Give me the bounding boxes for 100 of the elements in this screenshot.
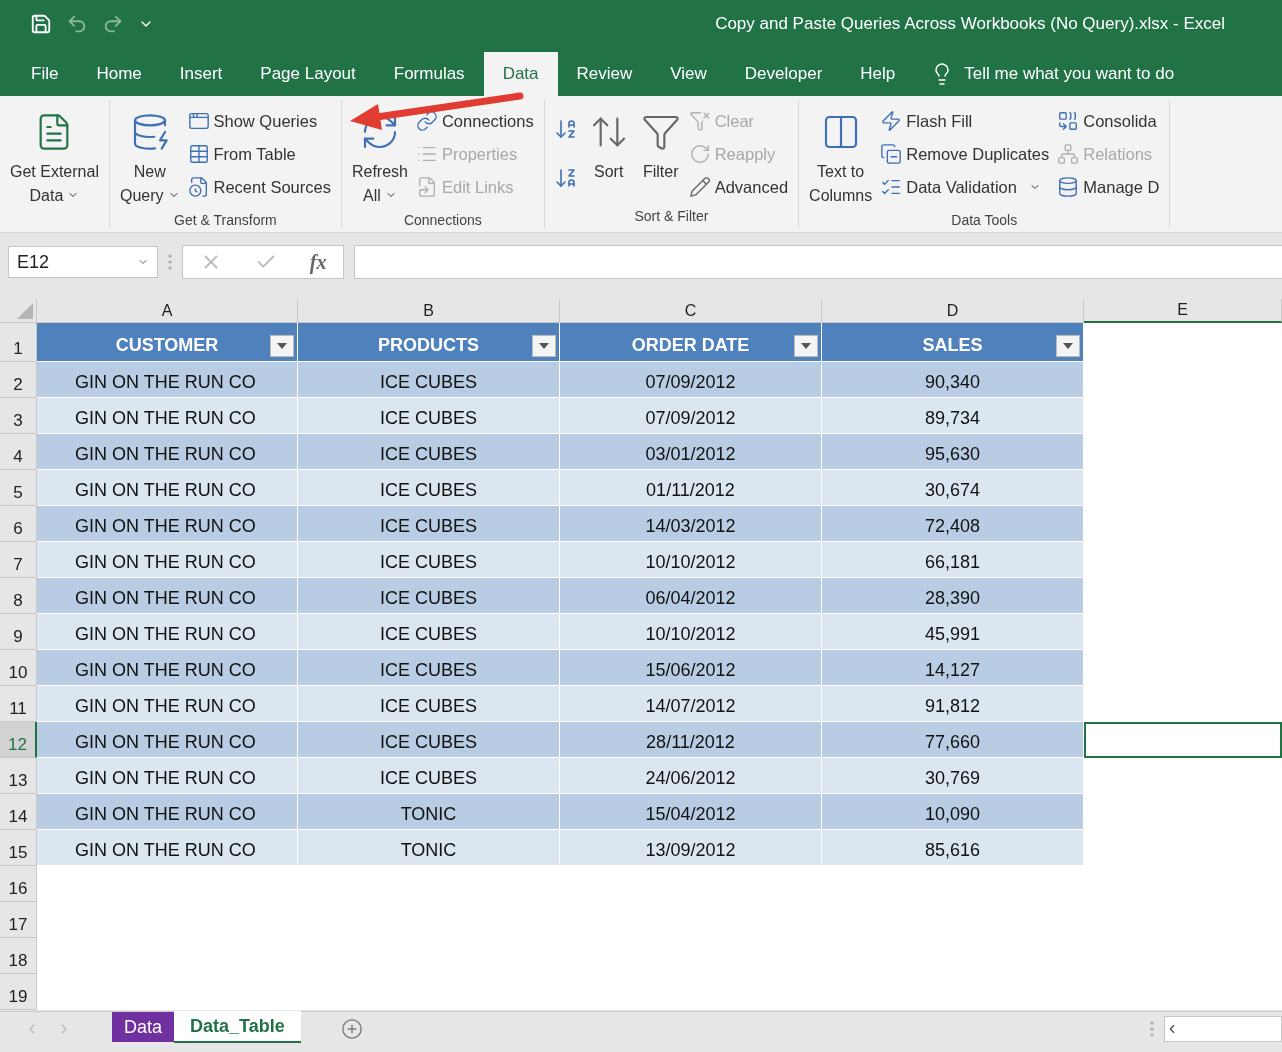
dropdown-arrow-icon [277,343,287,349]
ribbon-icon [187,110,210,132]
table-cell: 77,660 [822,722,1084,758]
table-cell: 95,630 [822,434,1084,470]
ribbon-tab[interactable]: Developer [725,52,842,96]
ribbon-button[interactable]: Show Queries [187,106,335,136]
table-cell: 45,991 [822,614,1084,650]
ribbon-button[interactable]: Connections [415,106,538,136]
row-number[interactable]: 12 [0,722,37,758]
table-cell: GIN ON THE RUN CO [37,830,298,866]
table-cell: 10/10/2012 [560,614,822,650]
save-icon[interactable] [30,13,52,35]
ribbon-tab[interactable]: Insert [160,52,242,96]
ribbon-button[interactable]: Recent Sources [187,172,335,202]
sheet-tab[interactable]: Data [112,1012,175,1042]
row-number[interactable]: 1 [0,323,37,362]
table-cell: GIN ON THE RUN CO [37,506,298,542]
table-cell: 28/11/2012 [560,722,822,758]
row-number[interactable]: 6 [0,506,37,542]
row-number[interactable]: 18 [0,938,37,974]
grip-icon [168,254,172,270]
name-box[interactable]: E12 [8,246,158,278]
formula-input[interactable] [354,245,1282,279]
ribbon-button[interactable]: Sort [584,104,633,206]
add-sheet-icon[interactable] [340,1018,363,1040]
row-number[interactable]: 5 [0,470,37,506]
redo-icon[interactable] [102,13,124,35]
table-header: CUSTOMER [37,323,298,362]
ribbon-button[interactable]: Get External Data [6,104,103,210]
dropdown-arrow-icon [801,343,811,349]
ribbon-tab[interactable]: Formulas [374,52,484,96]
ribbon-icon [187,176,210,198]
ribbon-tab[interactable]: Review [557,52,652,96]
ribbon-icon [1057,110,1080,132]
tell-me-field[interactable]: Tell me what you want to do [914,52,1175,96]
row-number[interactable]: 16 [0,866,37,902]
filter-button[interactable] [532,335,556,357]
ribbon-button[interactable]: Advanced [688,172,793,202]
row-number[interactable]: 11 [0,686,37,722]
insert-function-button[interactable]: fx [309,250,327,274]
ribbon-button[interactable]: Flash Fill [880,106,1054,136]
row-number[interactable]: 2 [0,362,37,398]
table-cell: TONIC [298,830,560,866]
table-cell: GIN ON THE RUN CO [37,362,298,398]
ribbon-tab[interactable]: Data [483,52,558,96]
ribbon-icon [1057,176,1080,198]
table-cell: 66,181 [822,542,1084,578]
table-cell: ICE CUBES [298,614,560,650]
row-number[interactable]: 14 [0,794,37,830]
column-header[interactable]: D [822,299,1084,323]
table-cell: TONIC [298,794,560,830]
row-number[interactable]: 4 [0,434,37,470]
ribbon-tab[interactable]: Home [77,52,161,96]
ribbon-button[interactable]: New Query [115,104,184,210]
table-cell: ICE CUBES [298,470,560,506]
window-title: Copy and Paste Queries Across Workbooks (No Query).xlsx - Excel [715,14,1225,34]
table-cell: 72,408 [822,506,1084,542]
table-cell: GIN ON THE RUN CO [37,578,298,614]
row-number[interactable]: 3 [0,398,37,434]
ribbon-button[interactable]: Consolida [1057,106,1164,136]
ribbon-button[interactable]: Remove Duplicates [880,139,1054,169]
horizontal-scrollbar[interactable] [1164,1016,1282,1042]
column-header[interactable]: E [1084,299,1282,323]
sheet-tab[interactable]: Data_Table [174,1011,301,1043]
table-cell: 13/09/2012 [560,830,822,866]
ribbon-icon [187,143,210,165]
ribbon-button[interactable]: Data Validation [880,172,1054,202]
table-cell: 03/01/2012 [560,434,822,470]
table-cell: GIN ON THE RUN CO [37,398,298,434]
group-label: Sort & Filter [633,207,710,226]
ribbon-tab[interactable]: View [651,52,726,96]
row-number[interactable]: 15 [0,830,37,866]
row-number[interactable]: 13 [0,758,37,794]
selected-cell[interactable] [1084,722,1282,758]
filter-button[interactable] [794,335,818,357]
ribbon-button[interactable]: Refresh All [347,104,412,210]
ribbon-button[interactable]: Manage D [1057,172,1164,202]
row-number[interactable]: 19 [0,974,37,1010]
row-number[interactable]: 10 [0,650,37,686]
row-number[interactable]: 17 [0,902,37,938]
ribbon-tab[interactable]: File [12,52,78,96]
ribbon-button[interactable]: From Table [187,139,335,169]
ribbon-button[interactable]: Filter [636,104,685,206]
row-number[interactable]: 8 [0,578,37,614]
column-header[interactable]: A [37,299,298,323]
filter-button[interactable] [270,335,294,357]
ribbon-tab[interactable]: Help [841,52,915,96]
filter-button[interactable] [1056,335,1080,357]
group-label: Get & Transform [173,211,278,230]
column-header[interactable]: C [560,299,822,323]
table-cell: 06/04/2012 [560,578,822,614]
undo-icon[interactable] [66,13,88,35]
ribbon-icon [880,110,903,132]
table-cell: 01/11/2012 [560,470,822,506]
ribbon-tab[interactable]: Page Layout [241,52,375,96]
ribbon-button[interactable]: Text to Columns [805,104,877,210]
column-header[interactable]: B [298,299,560,323]
grip-icon [1150,1021,1154,1037]
row-number[interactable]: 7 [0,542,37,578]
row-number[interactable]: 9 [0,614,37,650]
